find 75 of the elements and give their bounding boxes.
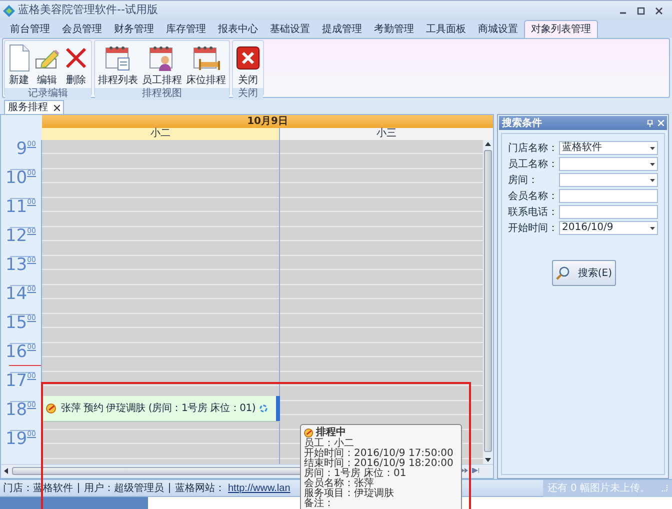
ribbon-button[interactable]: 编辑 [32,41,62,88]
maximize-icon[interactable] [637,6,645,14]
dropdown-arrow-icon [650,226,655,230]
pin-icon[interactable] [647,120,653,126]
field-label: 会员名称： [508,190,559,204]
tooltip-line: 员工：小二 [304,439,354,449]
input-field[interactable] [559,205,658,219]
search-button[interactable]: 搜索(E) [552,260,616,286]
menu-tab[interactable]: 会员管理 [56,20,108,38]
dropdown-field[interactable]: 蓝格软件 [559,141,658,155]
dropdown-arrow-icon [650,178,655,182]
dropdown-field[interactable]: 2016/10/9 [559,221,658,235]
menu-tab[interactable]: 财务管理 [108,20,160,38]
scroll-down-icon[interactable] [485,458,491,462]
close-icon [236,46,260,70]
menu-tab[interactable]: 考勤管理 [368,20,420,38]
resize-grip-icon [660,484,668,492]
status-text: 蓝格网站： [175,482,225,496]
date-header: 10月9日 [42,115,493,128]
status-text: 用户：超级管理员 [84,482,164,496]
ribbon-button[interactable]: 新建 [6,41,32,88]
upload-status: 还有 0 幅图片未上传。 [543,480,672,496]
input-field[interactable] [559,189,658,203]
ribbon-group-title: 记录编辑 [5,88,91,100]
diamond-logo-icon [3,4,15,16]
cross-icon [64,46,88,70]
menu-tab[interactable]: 前台管理 [4,20,56,38]
menu-tab[interactable]: 库存管理 [160,20,212,38]
scroll-left-icon[interactable] [4,468,8,474]
dropdown-field[interactable] [559,157,658,171]
tooltip-line: 开始时间：2016/10/9 17:50:00 [304,449,454,459]
field-label: 开始时间： [508,222,559,236]
menu-tab[interactable]: 工具面板 [420,20,472,38]
window-title: 蓝格美容院管理软件--试用版 [18,2,158,18]
website-link[interactable]: http://www.lan [228,480,290,496]
dropdown-arrow-icon [650,146,655,150]
blank-page-icon [8,44,30,72]
tooltip-title: 排程中 [316,428,346,438]
appointment[interactable]: 张萍 预约 伊琁调肤 (房间：1号房 床位：01) [43,396,280,422]
field-label: 房间： [508,174,539,188]
menu-tab[interactable]: 提成管理 [316,20,368,38]
ribbon-button[interactable]: 关闭 [234,41,262,88]
resource-header[interactable]: 小二 [42,128,280,140]
menu-tab[interactable]: 对象列表管理 [524,20,598,38]
menu-tab[interactable]: 报表中心 [212,20,264,38]
menu-tab[interactable]: 基础设置 [264,20,316,38]
tooltip-line: 房间：1号房 床位：01 [304,469,406,479]
sync-icon [258,404,268,413]
tooltip-line: 结束时间：2016/10/9 18:20:00 [304,459,454,469]
field-label: 门店名称： [508,142,559,156]
panel-title: 搜索条件 [502,116,542,130]
dropdown-arrow-icon [650,162,655,166]
calendar-bed-icon [192,44,220,72]
dropdown-field[interactable] [559,173,658,187]
menu-tab[interactable]: 商城设置 [472,20,524,38]
last-icon[interactable] [472,468,479,473]
ribbon-button[interactable]: 排程列表 [96,41,140,88]
resource-header[interactable]: 小三 [280,128,493,140]
tooltip-line: 会员名称：张萍 [304,479,374,489]
search-icon [556,265,570,281]
ribbon-button[interactable]: 员工排程 [140,41,184,88]
document-tab[interactable]: 服务排程 [4,100,64,114]
field-label: 员工名称： [508,158,559,172]
vertical-scrollbar[interactable] [483,140,493,464]
field-label: 联系电话： [508,206,559,220]
tooltip-line: 服务项目：伊琁调肤 [304,489,394,499]
ribbon-button[interactable]: 删除 [62,41,90,88]
ribbon-group-title: 关闭 [233,88,263,100]
ribbon-group-title: 排程视图 [95,88,229,100]
calendar-list-icon [104,44,132,72]
close-icon[interactable] [655,6,663,14]
tooltip-line: 备注： [304,499,334,509]
scroll-up-icon[interactable] [485,142,491,146]
ribbon-button[interactable]: 床位排程 [184,41,228,88]
close-icon[interactable] [54,104,60,110]
